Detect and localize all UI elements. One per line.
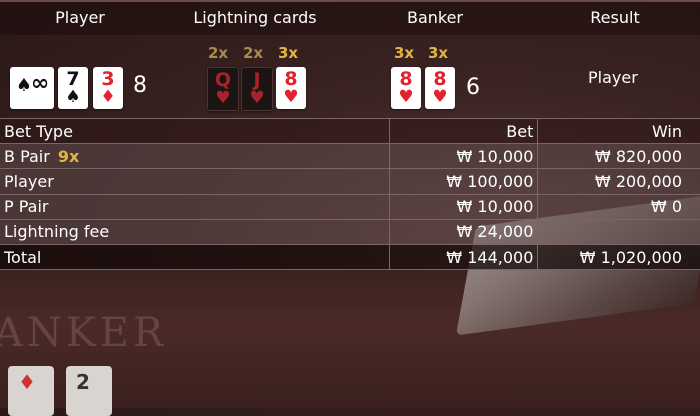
table-row: P Pair ₩ 10,000 ₩ 0 <box>0 193 700 220</box>
player-score: 8 <box>133 73 147 98</box>
banker-multiplier-2: 3x <box>428 44 449 62</box>
header-bet: Bet <box>388 117 538 144</box>
heart-icon: ♥ <box>215 88 231 108</box>
total-label: Total <box>0 243 390 271</box>
header-player: Player <box>55 8 105 27</box>
bet-amount: ₩ 10,000 <box>388 143 538 169</box>
bet-type-label: B Pair <box>4 146 50 166</box>
cards-row: ♠ ∞ 7 ♠ 3 ♦ 8 2x 2x 3x Q ♥ J ♥ 8 ♥ 3x 3x… <box>0 33 700 118</box>
heart-icon: ♥ <box>398 87 414 107</box>
total-win: ₩ 1,020,000 <box>537 243 700 271</box>
bet-type-cell: Player <box>0 168 390 195</box>
player-card-1: ♠ ∞ <box>10 67 54 109</box>
header-lightning-cards: Lightning cards <box>193 8 317 27</box>
table-banker-text: ANKER <box>0 310 168 356</box>
win-amount <box>537 218 700 245</box>
banker-score: 6 <box>466 75 480 100</box>
lightning-multiplier-2: 2x <box>243 44 264 62</box>
player-card-3: 3 ♦ <box>93 67 123 109</box>
win-amount: ₩ 820,000 <box>537 143 700 169</box>
heart-icon: ♥ <box>432 87 448 107</box>
win-amount: ₩ 0 <box>537 193 700 220</box>
header-banker: Banker <box>406 8 464 27</box>
multiplier-badge: 9x <box>57 146 80 166</box>
lightning-card-2: J ♥ <box>241 67 273 111</box>
lightning-card-3: 8 ♥ <box>276 67 306 109</box>
table-row: Player ₩ 100,000 ₩ 200,000 <box>0 168 700 195</box>
bet-amount: ₩ 100,000 <box>388 168 538 195</box>
bets-table-header: Bet Type Bet Win <box>0 117 700 144</box>
header-bet-type: Bet Type <box>0 117 390 144</box>
background-card-symbol: 2 <box>76 370 90 394</box>
total-row: Total ₩ 144,000 ₩ 1,020,000 <box>0 243 700 271</box>
heart-icon: ♥ <box>249 88 265 108</box>
diamond-icon: ♦ <box>100 87 116 107</box>
bet-type-label: Player <box>4 171 54 191</box>
banker-multiplier-1: 3x <box>394 44 415 62</box>
bet-type-cell: B Pair 9x <box>0 143 390 169</box>
round-result: Player <box>588 68 638 87</box>
background-card: ♦ <box>8 366 54 416</box>
background-card: 2 <box>66 366 112 416</box>
bet-type-label: Lightning fee <box>4 222 110 242</box>
banker-card-1: 8 ♥ <box>391 67 421 109</box>
lightning-multiplier-1: 2x <box>208 44 229 62</box>
lightning-multiplier-3: 3x <box>278 44 299 62</box>
background-card-symbol: ♦ <box>18 370 36 394</box>
heart-icon: ♥ <box>283 87 299 107</box>
header-result: Result <box>590 8 640 27</box>
table-row: B Pair 9x ₩ 10,000 ₩ 820,000 <box>0 143 700 169</box>
bet-amount: ₩ 10,000 <box>388 193 538 220</box>
table-row: Lightning fee ₩ 24,000 <box>0 218 700 245</box>
lightning-card-1: Q ♥ <box>207 67 239 111</box>
header-win: Win <box>537 117 700 144</box>
player-card-1-suit: ∞ <box>30 71 50 96</box>
bet-type-cell: Lightning fee <box>0 218 390 245</box>
results-header: Player Lightning cards Banker Result <box>0 0 700 35</box>
player-card-2: 7 ♠ <box>58 67 88 109</box>
banker-card-2: 8 ♥ <box>425 67 455 109</box>
spade-icon: ♠ <box>65 87 81 107</box>
win-amount: ₩ 200,000 <box>537 168 700 195</box>
bet-type-label: P Pair <box>4 197 49 217</box>
bets-table: Bet Type Bet Win B Pair 9x ₩ 10,000 ₩ 820… <box>0 117 700 271</box>
bet-type-cell: P Pair <box>0 193 390 220</box>
bet-amount: ₩ 24,000 <box>388 218 538 245</box>
total-bet: ₩ 144,000 <box>388 243 538 271</box>
